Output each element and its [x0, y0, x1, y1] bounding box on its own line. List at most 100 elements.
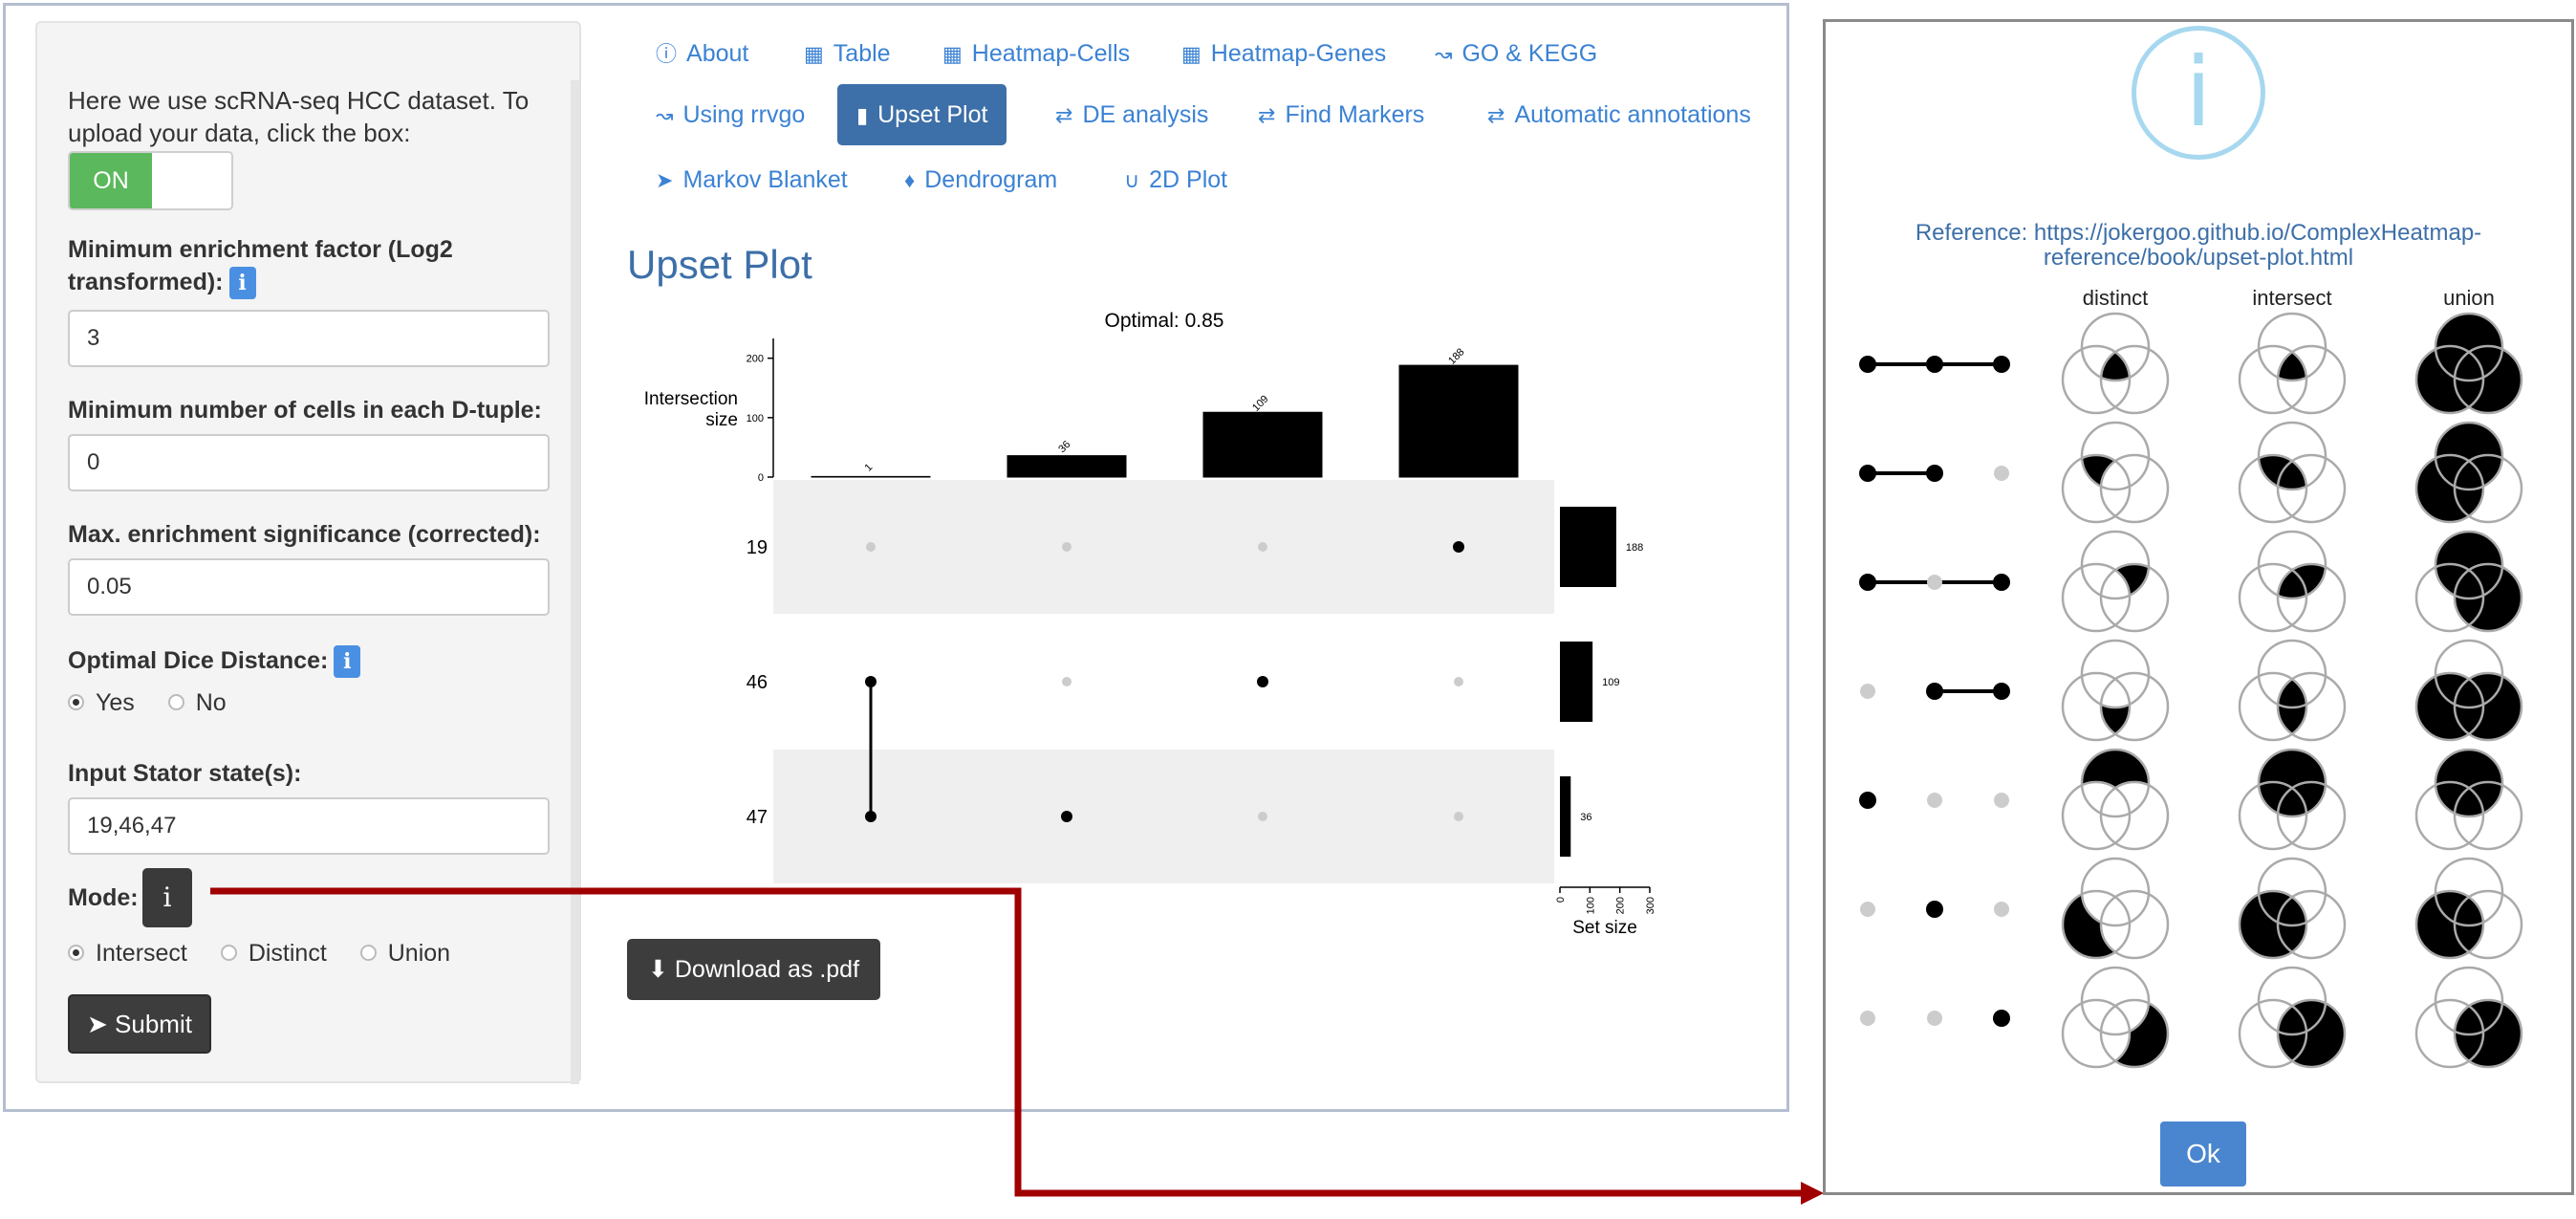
max-significance-input[interactable]: 0.05 — [68, 558, 550, 616]
send-icon: ➤ — [87, 1010, 108, 1038]
mode-info-button[interactable]: i — [142, 868, 192, 927]
sidebar-scrollbar[interactable] — [571, 80, 579, 1084]
map-icon: ▦ — [942, 42, 963, 66]
tab-label: Heatmap-Genes — [1210, 40, 1387, 67]
matrix-dot — [865, 811, 877, 822]
mode-intersect-radio[interactable] — [68, 945, 84, 962]
table-icon: ▦ — [804, 42, 824, 66]
ok-button[interactable]: Ok — [2160, 1121, 2246, 1186]
combo-dot — [1994, 902, 2009, 917]
mode-distinct-radio[interactable] — [220, 945, 237, 962]
mode-union-radio[interactable] — [359, 945, 377, 962]
combo-dot — [1927, 575, 1942, 590]
download-label: Download as .pdf — [674, 956, 860, 983]
combo-dot — [1926, 683, 1943, 700]
set-size-bar — [1560, 507, 1616, 587]
tab-find-markers[interactable]: ⇄ Find Markers — [1239, 84, 1443, 145]
tab-table[interactable]: ▦ Table — [785, 23, 910, 84]
dice-info-icon[interactable]: i — [334, 645, 361, 679]
combo-dot — [1860, 902, 1875, 917]
info-circle-icon: ⓘ — [656, 42, 678, 66]
top-y-tick-label: 200 — [747, 354, 764, 365]
min-cells-label: Minimum number of cells in each D-tuple: — [68, 397, 542, 424]
tab-label: About — [686, 40, 749, 67]
upload-toggle[interactable]: ON — [68, 151, 233, 210]
combo-dot — [1926, 356, 1943, 373]
tab-about[interactable]: ⓘ About — [637, 23, 768, 84]
matrix-dot — [1258, 542, 1267, 552]
upset-plot: Optimal: 0.85 0 100 200 Intersectionsize 1 36 1… — [644, 310, 1656, 938]
dice-distance-text: Optimal Dice Distance: — [68, 647, 329, 674]
info-modal: i Reference: https://jokergoo.github.io/… — [1823, 19, 2574, 1195]
download-pdf-button[interactable]: ⬇ Download as .pdf — [627, 939, 880, 1000]
tab-label: 2D Plot — [1149, 166, 1228, 193]
tab-using-rrvgo[interactable]: ↝ Using rrvgo — [637, 84, 824, 145]
top-y-axis-label-line2: size — [705, 410, 738, 430]
map-icon: ▦ — [1181, 42, 1201, 66]
tab-label: Automatic annotations — [1514, 101, 1751, 128]
combo-dot — [1859, 356, 1876, 373]
mode-union-label: Union — [387, 940, 451, 967]
tab-heatmap-genes[interactable]: ▦ Heatmap-Genes — [1162, 23, 1405, 84]
download-icon: ⬇ — [647, 956, 668, 983]
intersection-bar-label: 109 — [1250, 393, 1270, 413]
set-size-bar — [1560, 776, 1571, 857]
tab-heatmap-cells[interactable]: ▦ Heatmap-Cells — [923, 23, 1149, 84]
mode-label: Mode: — [68, 884, 139, 911]
combo-dot — [1927, 1011, 1942, 1026]
tab-go-kegg[interactable]: ↝ GO & KEGG — [1416, 23, 1616, 84]
combo-dot — [1859, 574, 1876, 591]
tab-label: DE analysis — [1082, 101, 1209, 128]
dice-yes-label: Yes — [96, 689, 135, 716]
min-cells-input[interactable]: 0 — [68, 434, 550, 491]
set-label: 46 — [747, 672, 768, 693]
tab-label: Dendrogram — [924, 166, 1058, 193]
matrix-dot — [1454, 812, 1463, 821]
intersection-bar — [1202, 411, 1323, 478]
tab-dendrogram[interactable]: ♦ Dendrogram — [885, 149, 1076, 210]
set-size-x-tick-label: 0 — [1555, 897, 1567, 903]
mode-intersect-label: Intersect — [96, 940, 187, 967]
shuffle-icon: ⇄ — [1487, 103, 1505, 127]
tab-label: GO & KEGG — [1461, 40, 1598, 67]
stator-states-label: Input Stator state(s): — [68, 760, 302, 787]
tab-2d-plot[interactable]: ∪ 2D Plot — [1105, 149, 1246, 210]
set-size-bar-label: 36 — [1580, 812, 1591, 823]
dice-radio-group: Yes No — [68, 686, 253, 719]
combo-dot — [1993, 356, 2010, 373]
set-size-x-tick-label: 300 — [1645, 897, 1656, 914]
dice-yes-radio[interactable] — [68, 694, 84, 711]
set-size-x-axis-label: Set size — [1572, 918, 1637, 938]
tab-automatic-annotations[interactable]: ⇄ Automatic annotations — [1468, 84, 1770, 145]
enrichment-factor-input[interactable]: 3 — [68, 310, 550, 367]
enrichment-info-icon[interactable]: i — [228, 267, 256, 300]
shuffle-icon: ⇄ — [1258, 103, 1276, 127]
intersection-bar-label: 1 — [862, 462, 875, 474]
tab-upset-plot[interactable]: ▮ Upset Plot — [837, 84, 1007, 145]
combo-dot — [1994, 466, 2009, 481]
combo-dot — [1859, 792, 1876, 809]
intersection-bar — [1007, 455, 1127, 478]
matrix-dot — [1258, 812, 1267, 821]
enrichment-factor-label: Minimum enrichment factor (Log2 transfor… — [68, 233, 527, 300]
set-size-bar-label: 188 — [1626, 542, 1643, 554]
stator-states-input[interactable]: 19,46,47 — [68, 797, 550, 855]
matrix-row-shade — [773, 750, 1554, 883]
set-size-bar — [1560, 642, 1593, 722]
upload-intro-text: Here we use scRNA-seq HCC dataset. To up… — [68, 86, 530, 147]
tab-de-analysis[interactable]: ⇄ DE analysis — [1036, 84, 1227, 145]
submit-button[interactable]: ➤ Submit — [68, 994, 211, 1054]
dice-no-radio[interactable] — [167, 694, 184, 711]
arrow-head — [1801, 1182, 1824, 1205]
toggle-on-label: ON — [70, 153, 152, 208]
tab-label: Using rrvgo — [682, 101, 806, 128]
intersection-bar-label: 36 — [1056, 439, 1072, 455]
top-y-axis-label-line1: Intersection — [644, 389, 738, 409]
tab-markov-blanket[interactable]: ➤ Markov Blanket — [637, 149, 867, 210]
set-size-x-tick-label: 200 — [1615, 897, 1627, 914]
bell-icon: ♦ — [904, 168, 916, 192]
intersection-bar — [811, 475, 931, 478]
send-icon: ➤ — [656, 168, 674, 192]
page-title: Upset Plot — [627, 242, 812, 287]
top-y-tick-label: 100 — [747, 413, 764, 424]
